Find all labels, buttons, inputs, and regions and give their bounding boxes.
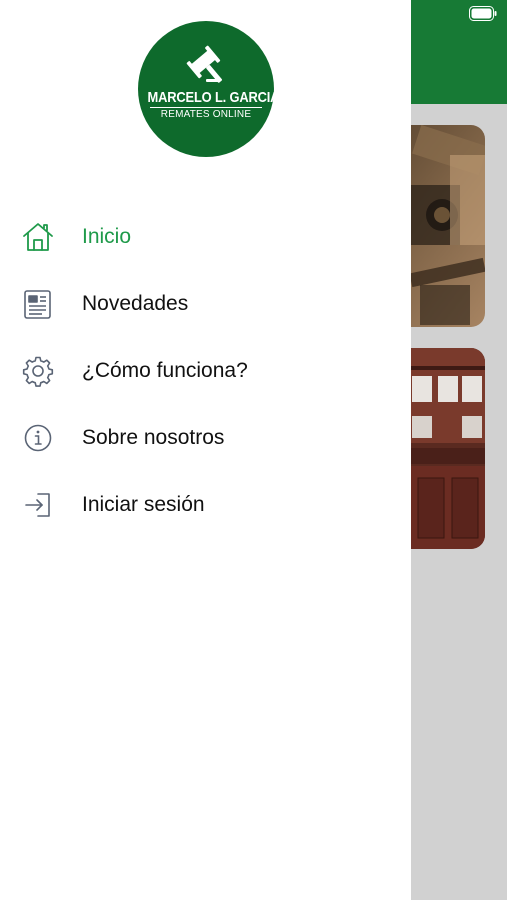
newspaper-icon — [22, 288, 54, 320]
brand-name: MARCELO L. GARCIA — [147, 89, 280, 106]
brand-divider — [150, 107, 262, 108]
brand-tagline: REMATES ONLINE — [160, 109, 252, 120]
info-icon — [22, 422, 54, 454]
brand-logo: MARCELO L. GARCIA REMATES ONLINE — [138, 21, 280, 157]
menu-item-inicio[interactable]: Inicio — [0, 203, 411, 270]
menu-label-como-funciona: ¿Cómo funciona? — [82, 358, 248, 382]
battery-icon — [469, 6, 497, 21]
menu-label-novedades: Novedades — [82, 291, 189, 315]
app-screen: MARCELO L. GARCIA REMATES ONLINE Inicio — [0, 0, 507, 900]
drawer-menu: Inicio Novedades ¿Cómo funciona? Sobre n… — [0, 203, 411, 538]
menu-item-sobre-nosotros[interactable]: Sobre nosotros — [0, 404, 411, 471]
menu-item-novedades[interactable]: Novedades — [0, 270, 411, 337]
sign-in-icon — [22, 489, 54, 521]
menu-item-como-funciona[interactable]: ¿Cómo funciona? — [0, 337, 411, 404]
gear-icon — [22, 355, 54, 387]
menu-label-inicio: Inicio — [82, 224, 132, 248]
menu-label-sobre-nosotros: Sobre nosotros — [82, 425, 225, 449]
home-icon — [22, 221, 54, 253]
menu-item-iniciar-sesion[interactable]: Iniciar sesión — [0, 471, 411, 538]
navigation-drawer: MARCELO L. GARCIA REMATES ONLINE Inicio — [0, 0, 411, 900]
menu-label-iniciar-sesion: Iniciar sesión — [82, 492, 205, 516]
